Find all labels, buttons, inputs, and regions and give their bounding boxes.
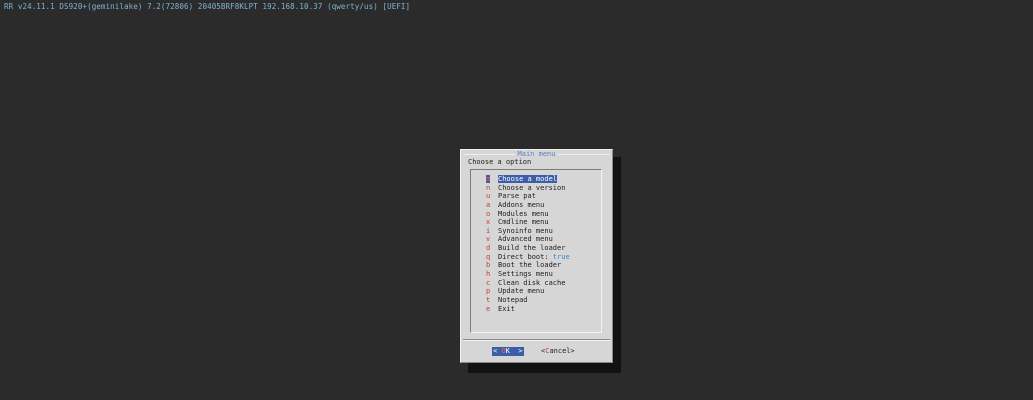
menu-item-hotkey-char: d [486, 244, 491, 253]
menu-item-hotkey-char: c [486, 278, 491, 287]
cancel-button[interactable]: <Cancel> [541, 347, 575, 356]
menu-item-label: Settings menu [498, 270, 553, 279]
menu-item-advanced-menu[interactable]: v Advanced menu [486, 235, 570, 244]
menu-item-hotkey-char: o [486, 209, 491, 218]
menu-item-build-the-loader[interactable]: d Build the loader [486, 244, 570, 253]
menu-item-hotkey: o [486, 210, 498, 219]
menu-item-hotkey-char: u [486, 192, 491, 201]
menu-item-hotkey: d [486, 244, 498, 253]
cancel-button-rest: ancel> [549, 347, 575, 355]
menu-item-hotkey: n [486, 184, 498, 193]
menu-item-label: Parse pat [498, 192, 536, 201]
menu-item-hotkey: t [486, 296, 498, 305]
main-menu-dialog: Main menu Choose a option m Choose a mode… [460, 149, 613, 363]
menu-item-hotkey-char: h [486, 270, 491, 279]
menu-item-label: Direct boot: [498, 252, 549, 261]
ok-button-rest: K > [505, 347, 523, 355]
menu-item-hotkey: v [486, 235, 498, 244]
dialog-title: Main menu [514, 150, 559, 158]
menu-item-label: Synoinfo menu [498, 226, 553, 235]
menu-item-hotkey-char: n [486, 183, 491, 192]
ok-button[interactable]: < OK > [492, 347, 524, 356]
menu-item-direct-boot[interactable]: q Direct boot: true [486, 253, 570, 262]
menu-item-parse-pat[interactable]: u Parse pat [486, 192, 570, 201]
menu-item-choose-a-version[interactable]: n Choose a version [486, 184, 570, 193]
status-bar: RR v24.11.1 DS920+(geminilake) 7.2(72806… [4, 2, 411, 11]
menu-item-hotkey-char: a [486, 200, 491, 209]
menu-item-hotkey-char: p [486, 287, 491, 296]
dialog-prompt: Choose a option [468, 158, 532, 166]
menu-item-notepad[interactable]: t Notepad [486, 296, 570, 305]
menu-item-hotkey: x [486, 218, 498, 227]
menu-item-hotkey-char: t [486, 295, 491, 304]
menu-item-addons-menu[interactable]: a Addons menu [486, 201, 570, 210]
menu-item-hotkey: e [486, 305, 498, 314]
menu-item-hotkey: q [486, 253, 498, 262]
menu-item-synoinfo-menu[interactable]: i Synoinfo menu [486, 227, 570, 236]
menu-item-label: Advanced menu [498, 235, 553, 244]
menu-item-settings-menu[interactable]: h Settings menu [486, 270, 570, 279]
menu-item-label: Update menu [498, 287, 545, 296]
menu-item-label: Notepad [498, 295, 528, 304]
menu-item-hotkey-char: q [486, 252, 491, 261]
menu-item-boot-the-loader[interactable]: b Boot the loader [486, 261, 570, 270]
menu-item-label: Clean disk cache [498, 278, 566, 287]
menu-item-hotkey: p [486, 287, 498, 296]
menu-item-label: Exit [498, 304, 515, 313]
menu-item-hotkey: c [486, 279, 498, 288]
menu-item-hotkey-char: b [486, 261, 491, 270]
menu-item-hotkey-char: e [486, 304, 491, 313]
menu-item-label: Modules menu [498, 209, 549, 218]
menu-item-hotkey-char: x [486, 218, 491, 227]
menu-item-update-menu[interactable]: p Update menu [486, 287, 570, 296]
menu-item-hotkey: u [486, 192, 498, 201]
menu-item-hotkey-char: v [486, 235, 491, 244]
menu-item-clean-disk-cache[interactable]: c Clean disk cache [486, 279, 570, 288]
menu-item-hotkey-char: m [486, 175, 491, 183]
menu-item-label: Cmdline menu [498, 218, 549, 227]
menu-list: m Choose a model n Choose a version u Parse p… [470, 169, 602, 333]
menu-item-hotkey: a [486, 201, 498, 210]
button-separator [463, 339, 610, 341]
menu-item-label: Choose a model [498, 175, 558, 183]
menu-item-label: Addons menu [498, 200, 545, 209]
menu-item-label: Build the loader [498, 244, 566, 253]
menu-item-hotkey: h [486, 270, 498, 279]
menu-item-hotkey-char: i [486, 226, 491, 235]
menu-item-hotkey: b [486, 261, 498, 270]
menu-item-label: Boot the loader [498, 261, 562, 270]
menu-item-label: Choose a version [498, 183, 566, 192]
menu-item-choose-a-model[interactable]: m Choose a model [486, 175, 570, 184]
menu-item-hotkey: i [486, 227, 498, 236]
menu-item-modules-menu[interactable]: o Modules menu [486, 210, 570, 219]
menu-item-value: true [552, 252, 570, 261]
menu-item-cmdline-menu[interactable]: x Cmdline menu [486, 218, 570, 227]
menu-item-exit[interactable]: e Exit [486, 305, 570, 314]
menu-item-hotkey: m [486, 175, 498, 184]
menu-items: m Choose a model n Choose a version u Parse p… [486, 175, 570, 313]
